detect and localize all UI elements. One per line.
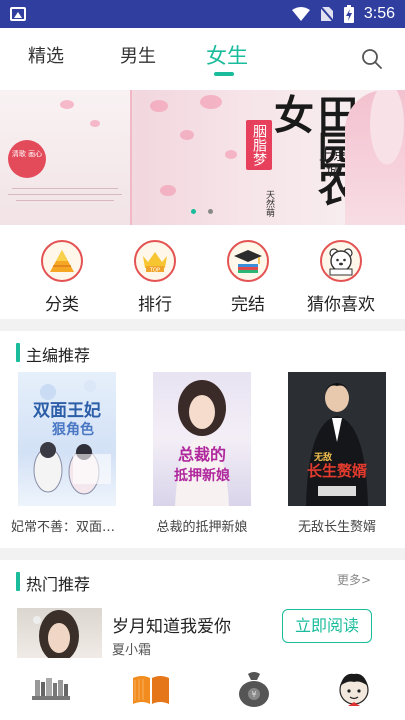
book-cover[interactable]: 双面王妃 狠角色 [18,372,116,506]
book-card[interactable]: 双面王妃 狠角色 妃常不善：双面王... [11,372,123,535]
book-title: 无敌长生赘婿 [297,520,376,535]
carousel-dot [208,209,213,214]
status-time: 3:56 [363,5,395,22]
more-link[interactable]: 更多> [337,571,371,588]
book-card[interactable]: 无敌 长生赘婿 无敌长生赘婿 [281,372,393,535]
svg-text:TOP: TOP [149,268,160,274]
svg-text:双面王妃: 双面王妃 [33,400,101,421]
petal-decor [200,95,222,109]
carousel-dot-active [191,209,196,214]
banner-left-panel: 清歌 画心 [0,90,132,225]
gallery-icon [10,7,26,21]
petal-decor [225,150,237,159]
tab-featured[interactable]: 精选 [28,42,64,68]
top-tab-bar: 精选 男生 女生 [0,28,405,90]
category-label: 猜你喜欢 [307,295,375,315]
graduation-cap-icon [227,240,269,282]
svg-text:总裁的: 总裁的 [178,445,226,464]
section-divider [0,548,405,560]
no-sim-icon [319,6,334,22]
banner-decor-lines [2,183,128,206]
open-book-icon[interactable] [127,668,175,708]
category-guess-you-like[interactable]: 猜你喜欢 [301,240,381,315]
book-cover[interactable]: 总裁的 抵押新娘 [153,372,251,506]
petal-decor [160,185,176,196]
guess-bear-icon [320,240,362,282]
editor-picks-title: 主编推荐 [16,342,90,366]
profile-avatar-icon[interactable] [330,668,378,708]
tab-female[interactable]: 女生 [206,40,248,70]
book-title: 总裁的抵押新娘 [156,520,248,535]
hot-book-author: 夏小霜 [112,643,152,658]
category-classify[interactable]: 分类 [22,240,102,315]
petal-decor [180,130,194,140]
petal-decor [60,100,74,109]
pyramid-icon [41,240,83,282]
book-cover[interactable]: 无敌 长生赘婿 [288,372,386,506]
svg-text:抵押新娘: 抵押新娘 [174,467,231,484]
banner-character-illustration [345,90,405,225]
banner-subtitle: 上京城 [319,148,347,180]
hot-book-cover[interactable] [17,608,102,658]
petal-decor [150,100,168,112]
category-label: 完结 [231,295,265,315]
money-bag-icon[interactable]: ¥ [230,668,278,708]
bottom-navigation: ¥ [0,662,405,720]
hot-book-title[interactable]: 岁月知道我爱你 [112,612,231,637]
svg-text:狠角色: 狠角色 [52,421,94,438]
category-completed[interactable]: 完结 [208,240,288,315]
read-now-button[interactable]: 立即阅读 [282,609,372,643]
book-card[interactable]: 总裁的 抵押新娘 总裁的抵押新娘 [146,372,258,535]
category-label: 排行 [138,295,172,315]
banner-pen-name: 天然萌 [264,190,274,217]
battery-charging-icon [343,5,354,23]
status-bar: 3:56 [0,0,405,28]
book-title: 妃常不善：双面王... [11,520,123,535]
svg-text:长生赘婿: 长生赘婿 [307,462,368,480]
petal-decor [90,120,100,127]
active-tab-indicator [214,72,234,76]
banner-seal: 清歌 画心 [8,140,46,178]
tab-male[interactable]: 男生 [120,42,156,68]
category-ranking[interactable]: TOP 排行 [115,240,195,315]
wifi-icon [291,7,310,21]
svg-text:¥: ¥ [251,690,256,699]
category-label: 分类 [45,295,79,315]
crown-top-icon: TOP [134,240,176,282]
search-icon[interactable] [361,48,383,70]
category-shortcuts: 分类 TOP 排行 完结 猜你喜欢 [0,230,405,318]
bookshelf-icon[interactable] [28,668,76,708]
status-icons: 3:56 [291,5,395,23]
section-divider [0,319,405,331]
banner-carousel[interactable]: 清歌 画心 胭脂梦 田园农女 上京城 天然萌 [0,90,405,225]
hot-recommend-title: 热门推荐 [16,571,90,595]
